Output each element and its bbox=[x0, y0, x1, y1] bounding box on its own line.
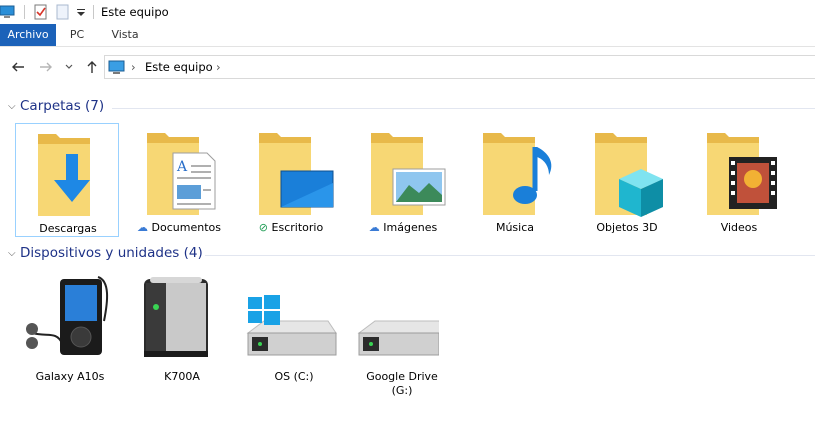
media-player-icon bbox=[26, 276, 109, 355]
folder-item-objetos-3d[interactable]: Objetos 3D bbox=[575, 123, 679, 237]
group-divider bbox=[112, 108, 815, 109]
group-title: Dispositivos y unidades (4) bbox=[20, 245, 203, 261]
chevron-down-icon: ⌵ bbox=[8, 248, 16, 259]
folder-item-documentos[interactable]: A ☁ Documentos bbox=[127, 123, 231, 237]
folder-label: Música bbox=[495, 221, 535, 234]
group-header-dispositivos[interactable]: ⌵ Dispositivos y unidades (4) bbox=[8, 245, 203, 263]
ribbon: Archivo PC Vista bbox=[0, 24, 815, 47]
windows-drive-icon bbox=[246, 295, 337, 356]
tab-archivo[interactable]: Archivo bbox=[0, 24, 56, 46]
recent-locations-button[interactable] bbox=[64, 59, 74, 75]
svg-text:A: A bbox=[176, 159, 188, 175]
group-title: Carpetas (7) bbox=[20, 98, 105, 114]
folder-label: ⊘ Escritorio bbox=[258, 221, 324, 234]
forward-button[interactable] bbox=[38, 59, 54, 75]
chevron-right-icon[interactable]: › bbox=[131, 60, 136, 74]
folder-item-musica[interactable]: Música bbox=[463, 123, 567, 237]
device-item-k700a[interactable]: K700A bbox=[130, 271, 234, 411]
new-folder-icon[interactable] bbox=[56, 4, 70, 20]
folder-item-escritorio[interactable]: ⊘ Escritorio bbox=[239, 123, 343, 237]
folder-label: ☁ Imágenes bbox=[368, 221, 438, 234]
customize-dropdown-icon[interactable] bbox=[76, 4, 86, 20]
synced-check-icon: ⊘ bbox=[258, 221, 269, 234]
folder-label: Objetos 3D bbox=[596, 221, 658, 234]
tab-vista[interactable]: Vista bbox=[104, 24, 146, 46]
navigation-bar: › Este equipo › bbox=[0, 47, 815, 87]
cloud-icon: ☁ bbox=[368, 221, 380, 234]
back-button[interactable] bbox=[10, 59, 26, 75]
drive-icon bbox=[357, 320, 448, 356]
device-label: Google Drive (G:) bbox=[366, 370, 438, 397]
server-icon bbox=[144, 277, 208, 357]
address-bar[interactable]: › Este equipo › bbox=[104, 55, 815, 79]
group-divider bbox=[205, 255, 815, 256]
chevron-right-icon[interactable]: › bbox=[216, 60, 221, 74]
group-header-carpetas[interactable]: ⌵ Carpetas (7) bbox=[8, 98, 104, 116]
properties-icon[interactable] bbox=[33, 4, 49, 20]
device-item-google-drive[interactable]: Google Drive (G:) bbox=[335, 271, 448, 411]
folder-label: Videos bbox=[720, 221, 758, 234]
device-item-os-c[interactable]: OS (C:) bbox=[242, 271, 346, 411]
folder-item-imagenes[interactable]: ☁ Imágenes bbox=[351, 123, 455, 237]
chevron-down-icon: ⌵ bbox=[8, 101, 16, 112]
folder-label: Descargas bbox=[39, 222, 97, 235]
folder-label: ☁ Documentos bbox=[137, 221, 221, 234]
folder-item-descargas[interactable]: Descargas bbox=[15, 123, 119, 237]
cloud-icon: ☁ bbox=[137, 221, 149, 234]
title-bar: Este equipo bbox=[0, 0, 815, 24]
window-title: Este equipo bbox=[101, 5, 169, 19]
device-label: OS (C:) bbox=[274, 370, 314, 383]
device-label: Galaxy A10s bbox=[35, 370, 105, 383]
device-item-galaxy-a10s[interactable]: Galaxy A10s bbox=[18, 271, 122, 411]
up-button[interactable] bbox=[84, 59, 100, 75]
folder-item-videos[interactable]: Videos bbox=[687, 123, 791, 237]
breadcrumb-este-equipo[interactable]: Este equipo bbox=[145, 60, 213, 74]
computer-icon[interactable] bbox=[0, 4, 16, 20]
computer-icon bbox=[108, 59, 126, 78]
tab-pc[interactable]: PC bbox=[60, 24, 94, 46]
device-label: K700A bbox=[164, 370, 200, 383]
